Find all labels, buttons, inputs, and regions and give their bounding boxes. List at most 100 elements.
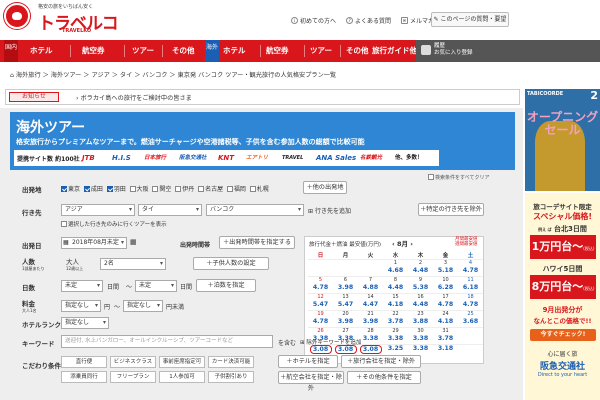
keyword-input[interactable]: 送迎付, 水上バンガロー、オールインクルーシブ、ツアーコードなど bbox=[61, 335, 273, 348]
nav-overseas-air[interactable]: 航空券 bbox=[266, 40, 289, 62]
calendar-day[interactable]: 9 5.38 bbox=[408, 276, 433, 293]
price-min-select[interactable]: 指定なし bbox=[61, 300, 101, 312]
calendar-day[interactable]: 23 3.88 bbox=[408, 310, 433, 327]
partner-logo: KNT bbox=[218, 154, 235, 162]
calendar-day[interactable]: 5 4.78 bbox=[308, 276, 333, 293]
adult-count-select[interactable]: 2名 bbox=[100, 258, 166, 270]
nav-domestic-air[interactable]: 航空券 bbox=[82, 40, 105, 62]
calendar-day[interactable]: 1 4.68 bbox=[383, 259, 408, 276]
nav-domestic-other[interactable]: その他 bbox=[172, 40, 195, 62]
calendar-day[interactable]: 16 4.48 bbox=[408, 293, 433, 310]
calendar-picker-icon[interactable]: ▦ bbox=[130, 238, 137, 246]
calendar-day[interactable]: 25 3.68 bbox=[458, 310, 483, 327]
days-from-select[interactable]: 未定 bbox=[61, 280, 103, 292]
calendar-day[interactable]: 28 3.38 bbox=[358, 327, 383, 344]
condition-chip[interactable]: 添乗員同行 bbox=[61, 371, 107, 383]
calendar-day[interactable]: 3.18 bbox=[433, 344, 458, 361]
nav-overseas-tour[interactable]: ツアー bbox=[310, 40, 332, 62]
child-count-button[interactable]: ＋子供人数の設定 bbox=[193, 257, 269, 270]
condition-chip[interactable]: 子供割引あり bbox=[208, 371, 254, 383]
price-max-select[interactable]: 指定なし bbox=[123, 300, 163, 312]
notice-text[interactable]: › ボラカイ島への旅行をご検討中の皆さま bbox=[76, 93, 192, 102]
faq-link[interactable]: ? よくある質問 bbox=[345, 16, 391, 25]
condition-chip[interactable]: 直行便 bbox=[61, 356, 107, 368]
calendar-day[interactable]: 29 3.38 bbox=[383, 327, 408, 344]
month-next-icon[interactable]: › bbox=[408, 240, 413, 248]
clear-conditions-link[interactable]: 検索条件をすべてクリア bbox=[428, 174, 489, 181]
departure-option[interactable]: 札幌 bbox=[249, 186, 269, 193]
nav-overseas-hotel[interactable]: ホテル bbox=[223, 40, 246, 62]
departure-option[interactable]: 名古屋 bbox=[198, 186, 223, 193]
day-number: 22 bbox=[392, 311, 399, 317]
condition-chip[interactable]: フリープラン bbox=[110, 371, 156, 383]
company-button[interactable]: ＋旅行会社を指定・除外 bbox=[341, 355, 421, 368]
departure-option[interactable]: 福岡 bbox=[226, 186, 246, 193]
time-button[interactable]: ＋出発時間帯を指定する bbox=[219, 236, 295, 249]
calendar-day[interactable]: 4 4.78 bbox=[458, 259, 483, 276]
notice-bar[interactable]: お知らせ › ボラカイ島への旅行をご検討中の皆さま bbox=[5, 89, 520, 105]
calendar-day[interactable]: 2 4.48 bbox=[408, 259, 433, 276]
calendar-day[interactable]: 31 3.78 bbox=[433, 327, 458, 344]
newsletter-link[interactable]: ✉ メルマガ bbox=[400, 16, 434, 25]
days-to-select[interactable]: 未定 bbox=[135, 280, 177, 292]
departure-option[interactable]: 成田 bbox=[83, 186, 103, 193]
other-conditions-button[interactable]: ＋その他条件を指定 bbox=[347, 371, 421, 384]
calendar-day[interactable]: 19 4.78 bbox=[308, 310, 333, 327]
calendar-day[interactable]: 24 4.18 bbox=[433, 310, 458, 327]
logo-icon[interactable] bbox=[4, 3, 30, 29]
departure-option[interactable]: 東京 bbox=[61, 186, 80, 193]
nav-overseas-other[interactable]: その他 bbox=[346, 40, 369, 62]
stay-button[interactable]: ＋泊数を指定 bbox=[196, 279, 256, 292]
date-select[interactable]: 2018年08月未定 bbox=[61, 237, 127, 249]
day-price: 5.18 bbox=[437, 267, 454, 274]
exclude-destination-button[interactable]: ＋特定の行き先を除外 bbox=[418, 203, 484, 216]
hotel-button[interactable]: ＋ホテルを指定 bbox=[278, 355, 338, 368]
destination-country-select[interactable]: タイ bbox=[138, 204, 202, 216]
condition-chip[interactable]: 事前座席指定可 bbox=[159, 356, 205, 368]
nav-domestic-tour[interactable]: ツアー bbox=[132, 40, 154, 62]
favorite-link[interactable]: お気に入り登録 bbox=[434, 50, 473, 57]
calendar-day[interactable]: 30 3.38 bbox=[408, 327, 433, 344]
calendar-day[interactable]: 20 3.98 bbox=[333, 310, 358, 327]
calendar-day[interactable]: 12 5.47 bbox=[308, 293, 333, 310]
departure-option[interactable]: 関空 bbox=[152, 186, 171, 193]
other-departure-button[interactable]: ＋他の出発地 bbox=[303, 181, 347, 194]
condition-chip[interactable]: ビジネスクラス bbox=[110, 356, 156, 368]
calendar-day[interactable]: 7 4.88 bbox=[358, 276, 383, 293]
departure-option[interactable]: 大阪 bbox=[129, 186, 149, 193]
history-link[interactable]: 履歴 bbox=[434, 43, 473, 50]
airline-button[interactable]: ＋航空会社を指定・除外 bbox=[278, 371, 344, 392]
day-number: 17 bbox=[442, 294, 449, 300]
departure-option[interactable]: 伊丹 bbox=[175, 186, 194, 193]
calendar-day[interactable]: 10 6.28 bbox=[433, 276, 458, 293]
calendar-day[interactable]: 15 4.18 bbox=[383, 293, 408, 310]
nav-guide[interactable]: 旅行ガイド他 bbox=[372, 40, 417, 62]
day-price: 3.18 bbox=[437, 345, 454, 352]
calendar-day[interactable]: 13 5.47 bbox=[333, 293, 358, 310]
condition-chip[interactable]: カード決済可能 bbox=[208, 356, 254, 368]
calendar-day[interactable]: 3 5.18 bbox=[433, 259, 458, 276]
calendar-legend: 月間最安値 週間最安値 bbox=[455, 237, 478, 247]
condition-chip[interactable]: 1人参加可 bbox=[159, 371, 205, 383]
calendar-day[interactable]: 14 4.47 bbox=[358, 293, 383, 310]
departure-option[interactable]: 羽田 bbox=[106, 186, 126, 193]
destination-region-select[interactable]: アジア bbox=[61, 204, 135, 216]
calendar-day[interactable]: 17 4.78 bbox=[433, 293, 458, 310]
calendar-day[interactable]: 18 4.78 bbox=[458, 293, 483, 310]
beginner-link[interactable]: i 初めての方へ bbox=[290, 16, 336, 25]
add-destination-link[interactable]: ⊞ 行き先を追加 bbox=[308, 206, 351, 215]
feedback-button[interactable]: ✎ このページの質問・要望 bbox=[431, 12, 509, 27]
calendar-day[interactable]: 21 3.98 bbox=[358, 310, 383, 327]
ad-cta-button[interactable]: 今すぐチェック! bbox=[530, 329, 596, 341]
history-icon[interactable] bbox=[421, 45, 431, 55]
calendar-day[interactable]: 8 4.48 bbox=[383, 276, 408, 293]
calendar-day[interactable]: 6 3.98 bbox=[333, 276, 358, 293]
calendar-day[interactable]: 11 6.18 bbox=[458, 276, 483, 293]
calendar-day[interactable]: 22 3.78 bbox=[383, 310, 408, 327]
side-ad[interactable]: TABICOORDE 2 オープニング セール 旅コーデサイト限定 スペシャル価格… bbox=[525, 89, 600, 400]
hotel-rank-select[interactable]: 指定なし bbox=[61, 317, 109, 329]
nav-domestic-hotel[interactable]: ホテル bbox=[30, 40, 53, 62]
exclude-keyword-link[interactable]: ⊞ 除外キーワードを追加 bbox=[300, 338, 361, 346]
round-trip-option[interactable]: 選択した行き先のみに行くツアーを表示 bbox=[61, 220, 167, 228]
destination-city-select[interactable]: バンコク bbox=[206, 204, 304, 216]
